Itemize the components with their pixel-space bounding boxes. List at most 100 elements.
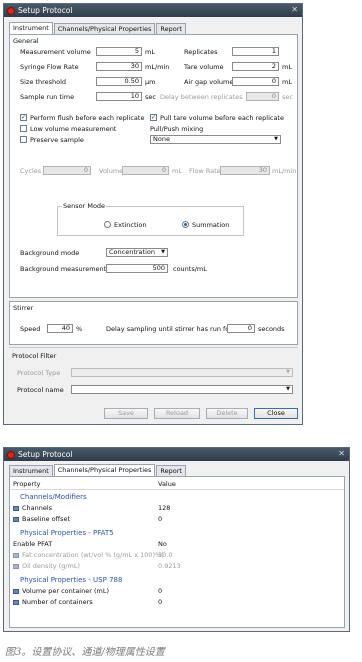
extinction-radio[interactable]	[104, 221, 111, 228]
tab-instrument-2[interactable]: Instrument	[9, 465, 53, 476]
table-row[interactable]: Channels 128	[10, 503, 344, 514]
table-row[interactable]: Enable PFAT No	[10, 539, 344, 550]
pull-tare-label: Pull tare volume before each replicate	[160, 114, 284, 122]
protocol-type-select[interactable]: ▼	[71, 368, 293, 377]
measurement-volume-input[interactable]: 5	[96, 47, 142, 56]
tab-strip: Instrument Channels/Physical Properties …	[9, 22, 187, 34]
volume-per-container-label: Volume per container (mL)	[22, 587, 109, 595]
background-measurement-input[interactable]: 500	[106, 264, 168, 273]
size-threshold-input[interactable]: 0.50	[96, 77, 142, 86]
channels-value: 128	[158, 504, 171, 512]
delay-sampling-input[interactable]: 0	[227, 324, 255, 333]
property-icon	[13, 600, 19, 605]
property-grid: Property Value Channels/Modifiers Channe…	[9, 476, 345, 628]
chevron-down-icon: ▼	[161, 249, 165, 255]
category-usp788: Physical Properties - USP 788	[20, 576, 123, 584]
property-icon	[13, 553, 19, 558]
app-icon	[7, 450, 15, 459]
property-icon	[13, 564, 19, 569]
volume-label: Volume	[99, 167, 124, 175]
syringe-flow-rate-input[interactable]: 30	[96, 62, 142, 71]
table-row[interactable]: Oil density (g/mL) 0.9213	[10, 561, 344, 572]
tab-strip-2: Instrument Channels/Physical Properties …	[9, 464, 187, 476]
summation-label: Summation	[192, 221, 230, 229]
tab-channels-physical-properties[interactable]: Channels/Physical Properties	[53, 23, 156, 34]
summation-radio[interactable]	[182, 221, 189, 228]
stirrer-panel: Stirrer Speed 40 % Delay sampling until …	[9, 301, 298, 345]
protocol-type-label: Protocol Type	[17, 369, 61, 377]
property-icon	[13, 506, 19, 511]
table-row[interactable]: Fat concentration (wt/vol % (g/mL x 100)…	[10, 550, 344, 561]
value-column-header[interactable]: Value	[158, 479, 176, 490]
table-row[interactable]: Volume per container (mL) 0	[10, 586, 344, 597]
save-button[interactable]: Save	[104, 408, 148, 419]
oil-density-value: 0.9213	[158, 562, 181, 570]
speed-label: Speed	[20, 325, 41, 333]
tare-volume-input[interactable]: 2	[232, 62, 279, 71]
close-button[interactable]: Close	[254, 408, 298, 419]
property-column-header[interactable]: Property	[13, 479, 41, 490]
delay-between-replicates-unit: sec	[282, 93, 293, 101]
stirrer-group-label: Stirrer	[13, 304, 34, 312]
sample-run-time-unit: sec	[145, 93, 156, 101]
delay-sampling-label: Delay sampling until stirrer has run for…	[106, 325, 235, 333]
close-icon[interactable]: ✕	[338, 449, 345, 458]
sample-run-time-label: Sample run time	[20, 93, 75, 101]
speed-unit: %	[76, 325, 83, 333]
property-icon	[13, 517, 19, 522]
background-measurement-label: Background measurement	[20, 265, 107, 273]
tab-instrument[interactable]: Instrument	[9, 22, 53, 34]
reload-button[interactable]: Reload	[154, 408, 200, 419]
protocol-name-select[interactable]: ▼	[71, 385, 293, 394]
replicates-input[interactable]: 1	[232, 47, 279, 56]
tab-channels-physical-properties-2[interactable]: Channels/Physical Properties	[53, 464, 156, 476]
enable-pfat-value: No	[158, 540, 167, 548]
cycles-input[interactable]: 0	[43, 166, 91, 175]
table-row[interactable]: Number of containers 0	[10, 597, 344, 608]
background-mode-select[interactable]: Concentration ▼	[106, 248, 168, 257]
pull-tare-checkbox[interactable]: ✓	[150, 114, 157, 121]
delay-sampling-unit: seconds	[258, 325, 285, 333]
low-volume-label: Low volume measurement	[30, 125, 117, 133]
number-of-containers-value: 0	[158, 598, 163, 606]
pull-push-mixing-value: None	[153, 135, 170, 143]
tab-report-2[interactable]: Report	[156, 465, 186, 476]
category-row[interactable]: Physical Properties - USP 788	[10, 575, 344, 586]
sample-run-time-input[interactable]: 10	[96, 92, 142, 101]
tab-report[interactable]: Report	[156, 23, 186, 34]
volume-per-container-value: 0	[158, 587, 163, 595]
delete-button[interactable]: Delete	[206, 408, 248, 419]
pull-push-mixing-select[interactable]: None ▼	[150, 135, 281, 144]
title-bar-2: Setup Protocol ✕	[4, 448, 349, 461]
flow-rate-input[interactable]: 30	[220, 166, 270, 175]
title-bar: Setup Protocol ✕	[4, 4, 302, 17]
flow-rate-unit: mL/min	[272, 167, 297, 175]
air-gap-volume-input[interactable]: 0	[232, 77, 279, 86]
fat-concentration-label: Fat concentration (wt/vol % (g/mL x 100)…	[22, 551, 164, 559]
perform-flush-checkbox[interactable]: ✓	[20, 114, 27, 121]
speed-input[interactable]: 40	[47, 324, 73, 333]
protocol-filter-label: Protocol Filter	[12, 352, 57, 360]
size-threshold-unit: μm	[145, 78, 156, 86]
window-title: Setup Protocol	[18, 6, 73, 15]
chevron-down-icon: ▼	[286, 386, 290, 392]
table-row[interactable]: Baseline offset 0	[10, 514, 344, 525]
air-gap-volume-unit: mL	[282, 78, 292, 86]
background-mode-label: Background mode	[20, 249, 80, 257]
volume-input[interactable]: 0	[122, 166, 169, 175]
close-icon[interactable]: ✕	[291, 5, 298, 14]
protocol-name-label: Protocol name	[17, 386, 64, 394]
preserve-sample-checkbox[interactable]	[20, 136, 27, 143]
grid-header: Property Value	[10, 479, 344, 490]
setup-protocol-window-2: Setup Protocol ✕ Instrument Channels/Phy…	[3, 447, 350, 632]
measurement-volume-unit: mL	[145, 48, 155, 56]
category-row[interactable]: Channels/Modifiers	[10, 492, 344, 503]
figure-caption: 图3。设置协议、通道/物理属性设置	[5, 647, 165, 658]
low-volume-checkbox[interactable]	[20, 125, 27, 132]
oil-density-label: Oil density (g/mL)	[22, 562, 81, 570]
delay-between-replicates-label: Delay between replicates	[160, 93, 243, 101]
flow-rate-label: Flow Rate	[189, 167, 221, 175]
delay-between-replicates-input[interactable]: 0	[246, 92, 279, 101]
category-row[interactable]: Physical Properties - PFAT5	[10, 528, 344, 539]
air-gap-volume-label: Air gap volume	[184, 78, 234, 86]
